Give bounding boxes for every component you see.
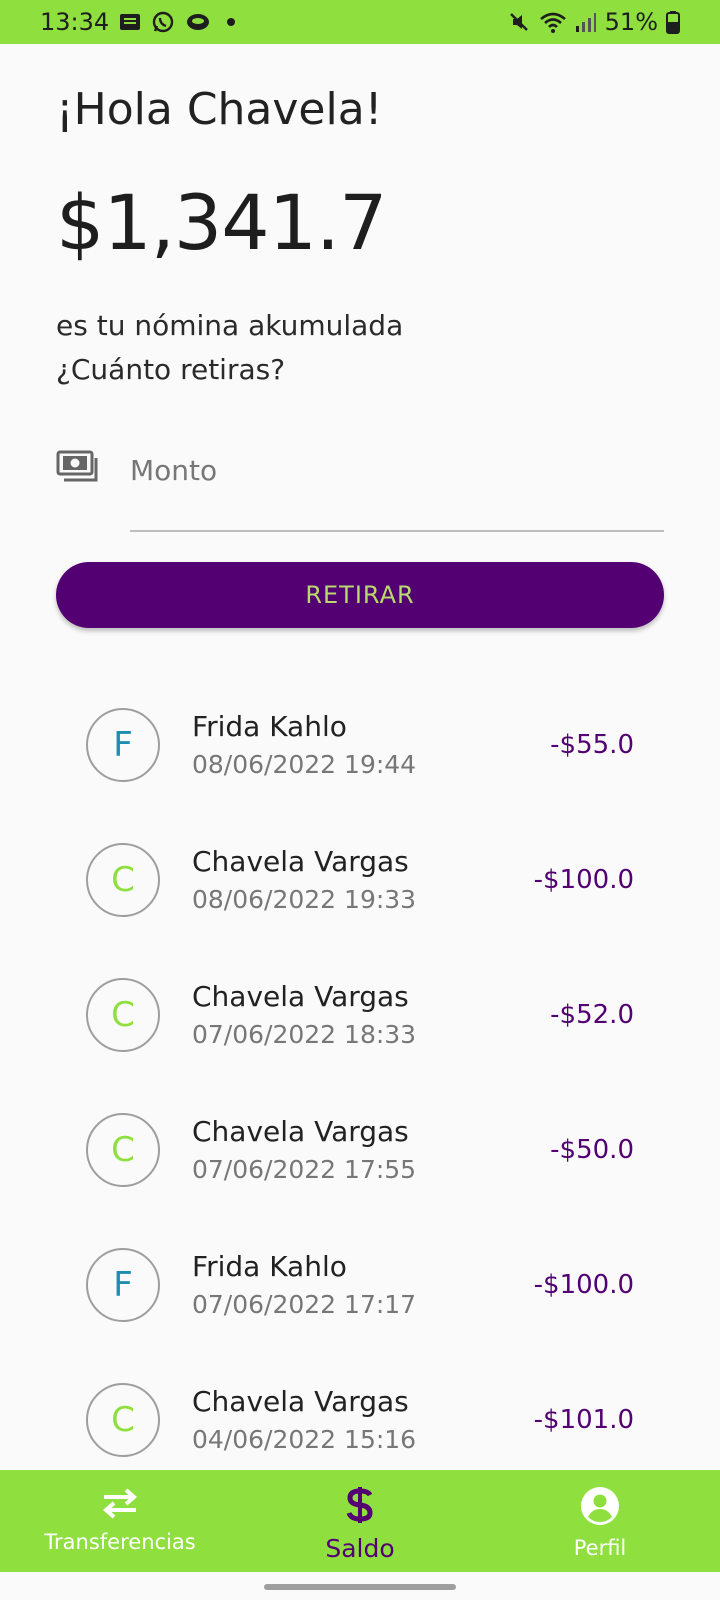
nav-label: Saldo: [325, 1534, 395, 1563]
whatsapp-icon: [151, 10, 175, 34]
transaction-date: 07/06/2022 18:33: [192, 1020, 417, 1049]
transaction-row[interactable]: C Chavela Vargas 07/06/2022 18:33 -$52.0: [0, 962, 720, 1082]
wifi-icon: [539, 10, 567, 34]
amount-underline: [130, 530, 664, 532]
transaction-name: Chavela Vargas: [192, 1385, 409, 1418]
transaction-amount: -$55.0: [550, 730, 634, 760]
transaction-amount: -$101.0: [533, 1405, 634, 1435]
balance-amount: $1,341.7: [56, 178, 387, 267]
dollar-icon: [345, 1486, 375, 1528]
nav-label: Perfil: [573, 1536, 627, 1560]
subtitle-line-2: ¿Cuánto retiras?: [56, 353, 286, 386]
battery-percentage: 51%: [604, 8, 658, 36]
transaction-name: Frida Kahlo: [192, 1250, 347, 1283]
transaction-name: Chavela Vargas: [192, 980, 409, 1013]
nav-label: Transferencias: [44, 1530, 196, 1554]
transaction-date: 08/06/2022 19:33: [192, 885, 417, 914]
battery-icon: [666, 10, 680, 34]
nav-item-transferencias[interactable]: Transferencias: [0, 1470, 240, 1572]
amount-field: [56, 440, 664, 532]
avatar: C: [86, 1383, 160, 1457]
balance-subtitle: es tu nómina akumulada ¿Cuánto retiras?: [56, 304, 403, 392]
nav-item-saldo[interactable]: Saldo: [240, 1470, 480, 1572]
cash-icon: [56, 450, 100, 486]
transaction-row[interactable]: C Chavela Vargas 08/06/2022 19:33 -$100.…: [0, 827, 720, 947]
status-bar: 13:34 51%: [0, 0, 720, 44]
avatar: F: [86, 1248, 160, 1322]
gesture-bar[interactable]: [264, 1584, 456, 1590]
dot-icon: [221, 12, 241, 32]
status-time: 13:34: [40, 8, 110, 36]
subtitle-line-1: es tu nómina akumulada: [56, 309, 404, 342]
app-notification-icon: [185, 11, 211, 33]
transaction-name: Chavela Vargas: [192, 845, 409, 878]
bottom-nav: Transferencias Saldo Perfil: [0, 1470, 720, 1572]
nav-item-perfil[interactable]: Perfil: [480, 1470, 720, 1572]
avatar: C: [86, 843, 160, 917]
transaction-name: Chavela Vargas: [192, 1115, 409, 1148]
transaction-amount: -$100.0: [533, 1270, 634, 1300]
transaction-date: 07/06/2022 17:55: [192, 1155, 417, 1184]
transaction-amount: -$100.0: [533, 865, 634, 895]
transaction-row[interactable]: C Chavela Vargas 04/06/2022 15:16 -$101.…: [0, 1367, 720, 1487]
transaction-amount: -$52.0: [550, 1000, 634, 1030]
transaction-date: 08/06/2022 19:44: [192, 750, 417, 779]
transaction-row[interactable]: F Frida Kahlo 07/06/2022 17:17 -$100.0: [0, 1232, 720, 1352]
transaction-row[interactable]: F Frida Kahlo 08/06/2022 19:44 -$55.0: [0, 692, 720, 812]
transaction-date: 04/06/2022 15:16: [192, 1425, 417, 1454]
signal-icon: [575, 11, 597, 33]
gesture-area: [0, 1572, 720, 1600]
avatar: C: [86, 978, 160, 1052]
withdraw-button[interactable]: RETIRAR: [56, 562, 664, 628]
transaction-row[interactable]: C Chavela Vargas 07/06/2022 17:55 -$50.0: [0, 1097, 720, 1217]
message-icon: [119, 12, 141, 32]
transaction-date: 07/06/2022 17:17: [192, 1290, 417, 1319]
avatar: C: [86, 1113, 160, 1187]
amount-input[interactable]: [130, 440, 664, 500]
transaction-amount: -$50.0: [550, 1135, 634, 1165]
transfer-icon: [100, 1486, 140, 1524]
mute-icon: [507, 10, 531, 34]
greeting-title: ¡Hola Chavela!: [56, 84, 383, 135]
profile-icon: [580, 1486, 620, 1530]
transaction-name: Frida Kahlo: [192, 710, 347, 743]
avatar: F: [86, 708, 160, 782]
